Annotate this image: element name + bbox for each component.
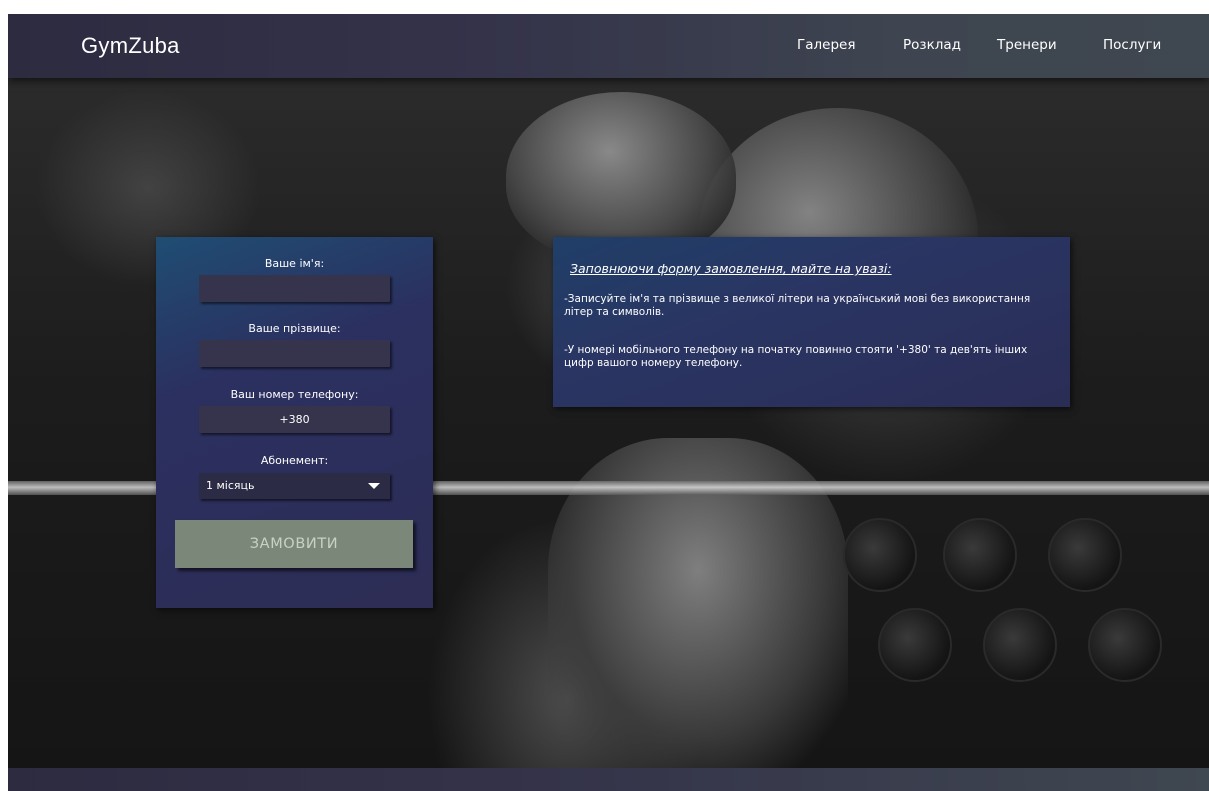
nav-link-gallery[interactable]: Галерея [797, 37, 855, 53]
nav-link-schedule[interactable]: Розклад [903, 37, 961, 53]
nav-link-trainers[interactable]: Тренери [997, 37, 1057, 53]
order-submit-button[interactable]: ЗАМОВИТИ [175, 520, 413, 568]
phone-input[interactable]: +380 [199, 406, 390, 433]
weight-plate-shape [878, 608, 952, 682]
weight-plate-shape [1048, 518, 1122, 592]
weight-plate-shape [843, 518, 917, 592]
info-panel: Заповнюючи форму замовлення, майте на ув… [553, 237, 1070, 407]
weight-plate-shape [1088, 608, 1162, 682]
nav-link-services[interactable]: Послуги [1103, 37, 1161, 53]
surname-input[interactable] [199, 340, 390, 367]
name-label: Ваше ім'я: [264, 257, 325, 270]
weight-plate-shape [983, 608, 1057, 682]
site-footer [8, 768, 1209, 791]
order-form: Ваше ім'я: Ваше прізвище: Ваш номер теле… [156, 237, 433, 608]
surname-label: Ваше прізвище: [248, 322, 341, 335]
subscription-select[interactable]: 1 місяць [199, 473, 390, 499]
name-input[interactable] [199, 275, 390, 302]
site-header: GymZuba Галерея Розклад Тренери Послуги [8, 14, 1209, 78]
info-rule-phone: -У номері мобільного телефону на початку… [564, 344, 1028, 369]
site-logo[interactable]: GymZuba [81, 33, 180, 59]
chevron-down-icon [368, 483, 380, 489]
subscription-selected-value: 1 місяць [206, 479, 255, 492]
info-title: Заповнюючи форму замовлення, майте на ув… [570, 261, 892, 276]
subscription-label: Абонемент: [260, 454, 329, 467]
info-rule-name: -Записуйте ім'я та прізвище з великої лі… [564, 293, 1031, 318]
phone-label: Ваш номер телефону: [230, 388, 359, 401]
page-frame: GymZuba Галерея Розклад Тренери Послуги … [8, 14, 1209, 791]
weight-plate-shape [943, 518, 1017, 592]
